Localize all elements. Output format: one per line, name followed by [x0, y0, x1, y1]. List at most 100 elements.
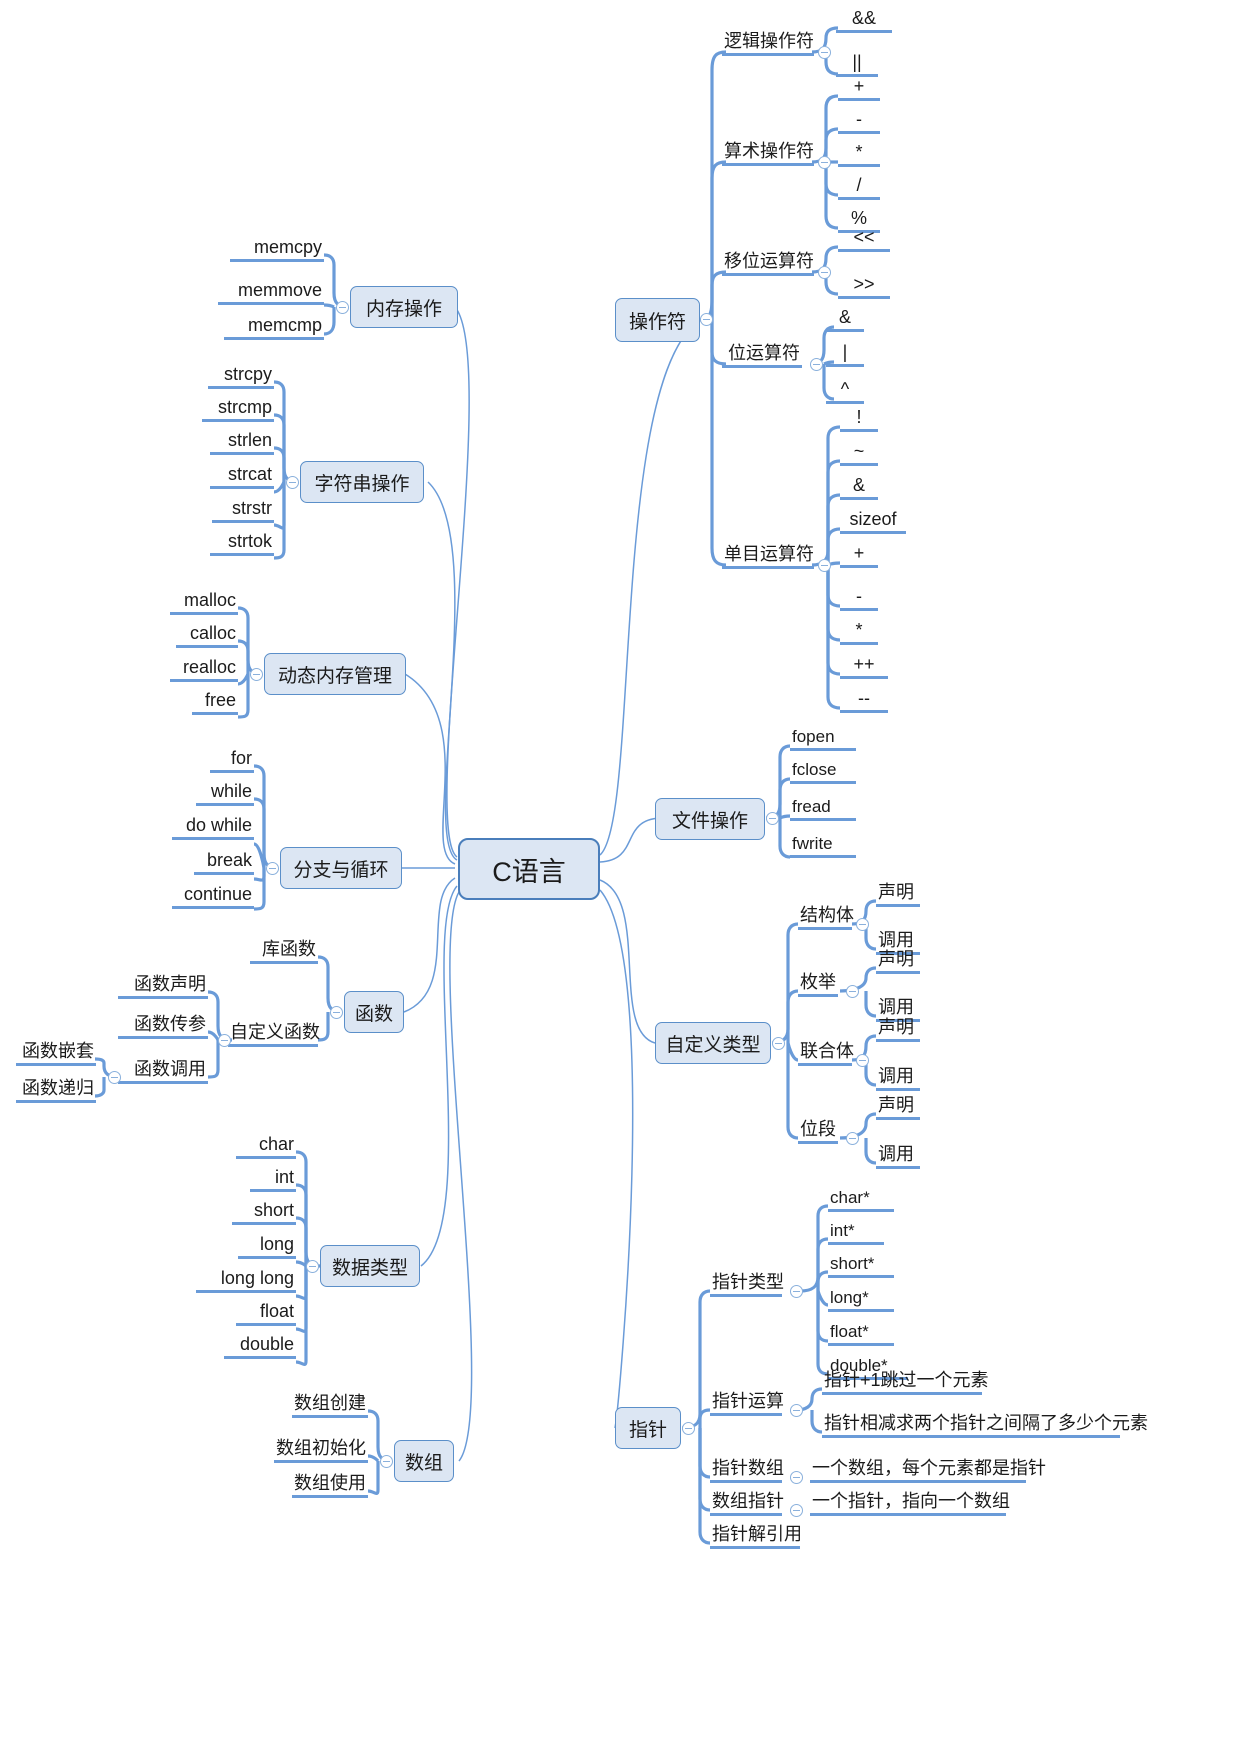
node-union[interactable]: 联合体	[798, 1041, 854, 1066]
node-function-declaration[interactable]: 函数声明	[118, 974, 208, 999]
toggle-file-ops[interactable]	[766, 812, 779, 825]
node-bitfield-declare[interactable]: 声明	[876, 1095, 920, 1120]
branch-file-ops[interactable]: 文件操作	[655, 798, 765, 840]
toggle-functions[interactable]	[330, 1006, 343, 1019]
toggle-custom-function[interactable]	[218, 1034, 231, 1047]
node-unary-minus[interactable]: -	[840, 586, 878, 611]
node-pointer-types[interactable]: 指针类型	[710, 1272, 784, 1297]
node-unary-bitnot[interactable]: ~	[840, 441, 878, 466]
branch-functions[interactable]: 函数	[344, 991, 404, 1033]
node-short[interactable]: short	[232, 1200, 296, 1225]
node-calloc[interactable]: calloc	[176, 623, 238, 648]
toggle-logical-operators[interactable]	[818, 46, 831, 59]
node-strstr[interactable]: strstr	[212, 498, 274, 523]
toggle-operators[interactable]	[700, 313, 713, 326]
toggle-bitfield[interactable]	[846, 1132, 859, 1145]
node-function-params[interactable]: 函数传参	[118, 1014, 208, 1039]
node-unary-not[interactable]: !	[840, 407, 878, 432]
toggle-arrays[interactable]	[380, 1455, 393, 1468]
toggle-pointer-types[interactable]	[790, 1285, 803, 1298]
node-memmove[interactable]: memmove	[218, 280, 324, 305]
node-fread[interactable]: fread	[790, 797, 856, 821]
toggle-pointers[interactable]	[682, 1422, 695, 1435]
branch-control-flow[interactable]: 分支与循环	[280, 847, 402, 889]
node-struct-declare[interactable]: 声明	[876, 882, 920, 907]
node-unary-operators[interactable]: 单目运算符	[722, 544, 814, 569]
node-long-ptr[interactable]: long*	[828, 1288, 894, 1312]
node-op-mul[interactable]: *	[838, 142, 880, 167]
node-logical-operators[interactable]: 逻辑操作符	[722, 31, 814, 56]
node-strcmp[interactable]: strcmp	[202, 397, 274, 422]
toggle-arithmetic-operators[interactable]	[818, 156, 831, 169]
node-bitfield[interactable]: 位段	[798, 1119, 838, 1144]
branch-data-types[interactable]: 数据类型	[320, 1245, 420, 1287]
toggle-union[interactable]	[856, 1054, 869, 1067]
node-enum-declare[interactable]: 声明	[876, 949, 920, 974]
node-bitfield-call[interactable]: 调用	[876, 1144, 920, 1169]
node-pointer-array-desc[interactable]: 一个数组，每个元素都是指针	[810, 1458, 1046, 1483]
node-unary-dec[interactable]: --	[840, 688, 888, 713]
toggle-function-call[interactable]	[108, 1071, 121, 1084]
node-strlen[interactable]: strlen	[210, 430, 274, 455]
node-fclose[interactable]: fclose	[790, 760, 856, 784]
node-op-bitand[interactable]: &	[826, 307, 864, 332]
root-node[interactable]: C语言	[458, 838, 600, 900]
node-int[interactable]: int	[250, 1167, 296, 1192]
node-strtok[interactable]: strtok	[210, 531, 274, 556]
node-function-nesting[interactable]: 函数嵌套	[16, 1041, 96, 1066]
node-function-recursion[interactable]: 函数递归	[16, 1078, 96, 1103]
node-malloc[interactable]: malloc	[170, 590, 238, 615]
toggle-unary-operators[interactable]	[818, 559, 831, 572]
branch-dynamic-memory[interactable]: 动态内存管理	[264, 653, 406, 695]
node-char[interactable]: char	[236, 1134, 296, 1159]
toggle-data-types[interactable]	[306, 1260, 319, 1273]
node-array-create[interactable]: 数组创建	[292, 1393, 368, 1418]
node-union-declare[interactable]: 声明	[876, 1017, 920, 1042]
node-array-pointer-desc[interactable]: 一个指针，指向一个数组	[810, 1491, 1010, 1516]
node-char-ptr[interactable]: char*	[828, 1188, 894, 1212]
node-pointer-plus-one[interactable]: 指针+1跳过一个元素	[822, 1370, 989, 1395]
node-struct[interactable]: 结构体	[798, 905, 854, 930]
node-shift-operators[interactable]: 移位运算符	[722, 251, 814, 276]
toggle-shift-operators[interactable]	[818, 266, 831, 279]
node-op-bitxor[interactable]: ^	[826, 379, 864, 404]
node-while[interactable]: while	[196, 781, 254, 806]
node-array-use[interactable]: 数组使用	[292, 1473, 368, 1498]
node-function-call[interactable]: 函数调用	[118, 1059, 208, 1084]
node-library-function[interactable]: 库函数	[250, 939, 318, 964]
toggle-pointer-array[interactable]	[790, 1471, 803, 1484]
node-break[interactable]: break	[194, 850, 254, 875]
node-unary-plus[interactable]: +	[840, 543, 878, 568]
branch-arrays[interactable]: 数组	[394, 1440, 454, 1482]
node-long[interactable]: long	[238, 1234, 296, 1259]
node-pointer-arithmetic[interactable]: 指针运算	[710, 1391, 784, 1416]
node-op-minus[interactable]: -	[838, 109, 880, 134]
node-pointer-array[interactable]: 指针数组	[710, 1458, 784, 1483]
toggle-bitwise-operators[interactable]	[810, 358, 823, 371]
toggle-custom-types[interactable]	[772, 1037, 785, 1050]
node-arithmetic-operators[interactable]: 算术操作符	[722, 141, 814, 166]
node-float-ptr[interactable]: float*	[828, 1322, 894, 1346]
node-op-plus[interactable]: +	[838, 76, 880, 101]
node-int-ptr[interactable]: int*	[828, 1221, 884, 1245]
node-op-shl[interactable]: <<	[838, 227, 890, 252]
node-unary-deref[interactable]: *	[840, 620, 878, 645]
node-memcmp[interactable]: memcmp	[224, 315, 324, 340]
node-op-bitor[interactable]: |	[826, 342, 864, 367]
node-op-and[interactable]: &&	[836, 8, 892, 33]
branch-pointers[interactable]: 指针	[615, 1407, 681, 1449]
toggle-dynamic-memory[interactable]	[250, 668, 263, 681]
branch-string-ops[interactable]: 字符串操作	[300, 461, 424, 503]
node-enum[interactable]: 枚举	[798, 972, 838, 997]
branch-custom-types[interactable]: 自定义类型	[655, 1022, 771, 1064]
node-unary-addr[interactable]: &	[840, 475, 878, 500]
toggle-memory-ops[interactable]	[336, 301, 349, 314]
node-long-long[interactable]: long long	[196, 1268, 296, 1293]
toggle-enum[interactable]	[846, 985, 859, 998]
node-memcpy[interactable]: memcpy	[230, 237, 324, 262]
node-pointer-deref[interactable]: 指针解引用	[710, 1524, 802, 1549]
node-do-while[interactable]: do while	[172, 815, 254, 840]
node-strcat[interactable]: strcat	[210, 464, 274, 489]
branch-operators[interactable]: 操作符	[615, 298, 700, 342]
branch-memory-ops[interactable]: 内存操作	[350, 286, 458, 328]
